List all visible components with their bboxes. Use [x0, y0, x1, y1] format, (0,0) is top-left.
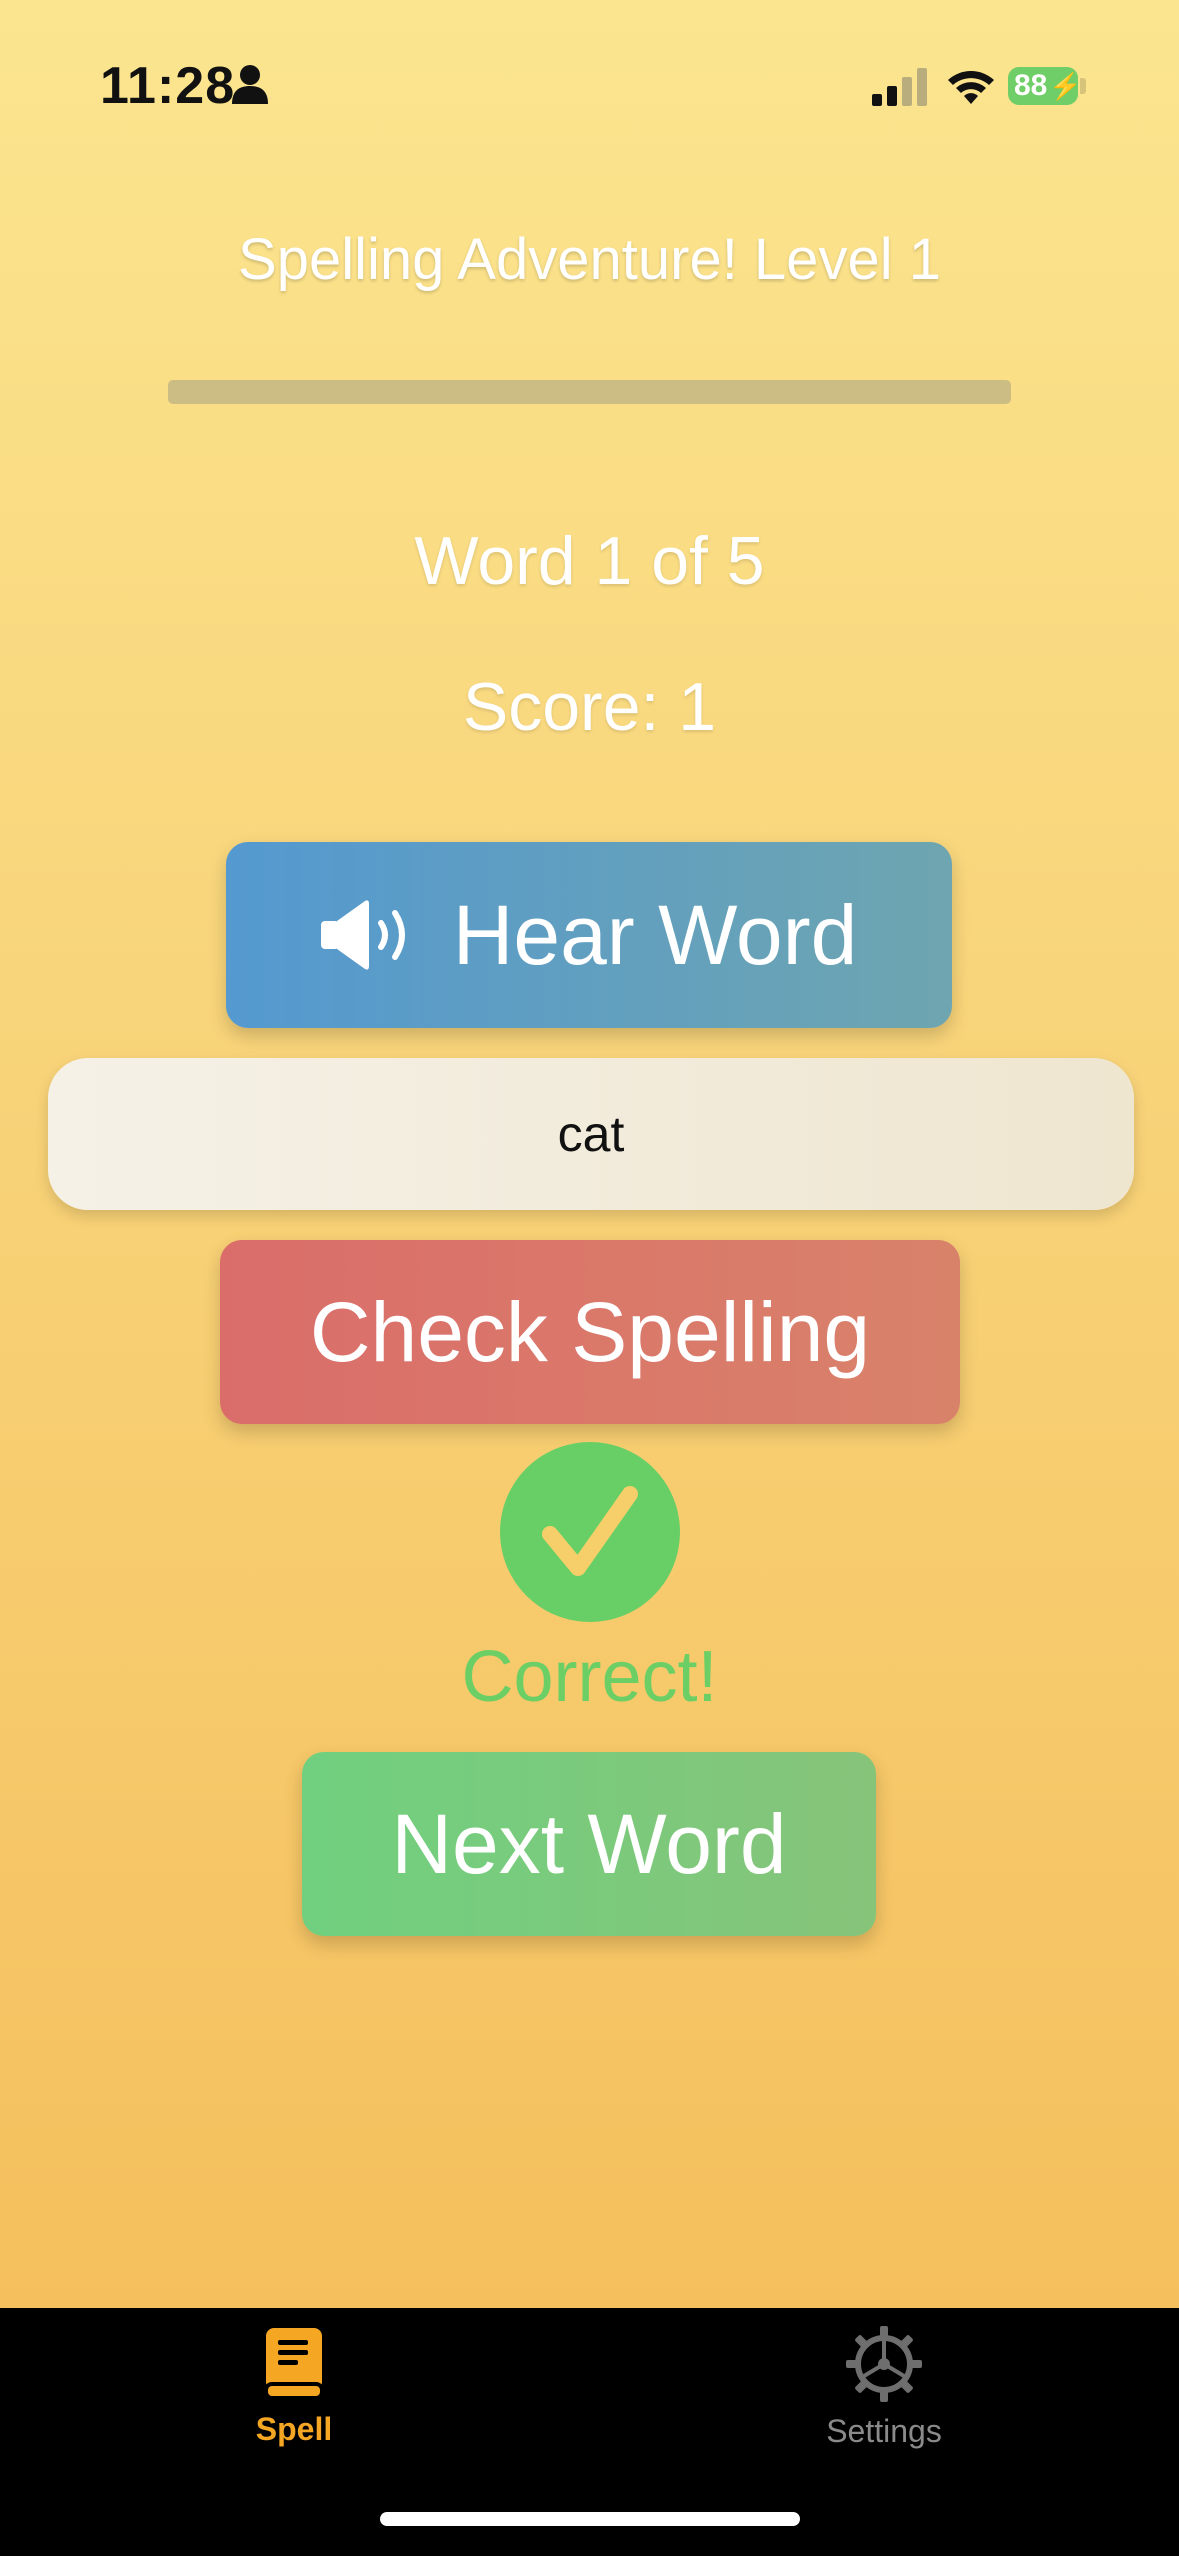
page-title: Spelling Adventure! Level 1 — [238, 227, 941, 292]
check-spelling-button[interactable]: Check Spelling — [220, 1240, 960, 1424]
person-icon — [232, 65, 268, 104]
battery-level: 88 — [1014, 69, 1048, 102]
progress-bar — [168, 380, 1011, 404]
signal-icon — [872, 68, 927, 106]
checkmark-icon — [500, 1442, 680, 1622]
hear-word-button[interactable]: Hear Word — [226, 842, 952, 1028]
answer-input[interactable] — [48, 1058, 1134, 1210]
tab-spell-label: Spell — [255, 2411, 333, 2447]
home-indicator — [380, 2512, 800, 2526]
next-word-button[interactable]: Next Word — [302, 1752, 876, 1936]
tab-settings-label: Settings — [826, 2413, 942, 2449]
tab-settings[interactable]: Settings — [734, 2326, 1034, 2450]
wifi-icon — [948, 71, 994, 104]
battery-cap — [1080, 78, 1086, 94]
next-word-label: Next Word — [391, 1796, 787, 1891]
word-counter: Word 1 of 5 — [414, 523, 765, 599]
speaker-icon — [320, 900, 405, 970]
feedback-text: Correct! — [461, 1637, 718, 1717]
battery-icon: 88 ⚡ — [1008, 67, 1082, 105]
tab-spell[interactable]: Spell — [144, 2326, 444, 2448]
status-time: 11:28 — [100, 57, 236, 115]
gear-icon — [846, 2326, 922, 2402]
book-icon — [264, 2328, 324, 2400]
hear-word-label: Hear Word — [452, 887, 858, 982]
score-label: Score: 1 — [462, 669, 717, 745]
check-spelling-label: Check Spelling — [309, 1284, 871, 1379]
